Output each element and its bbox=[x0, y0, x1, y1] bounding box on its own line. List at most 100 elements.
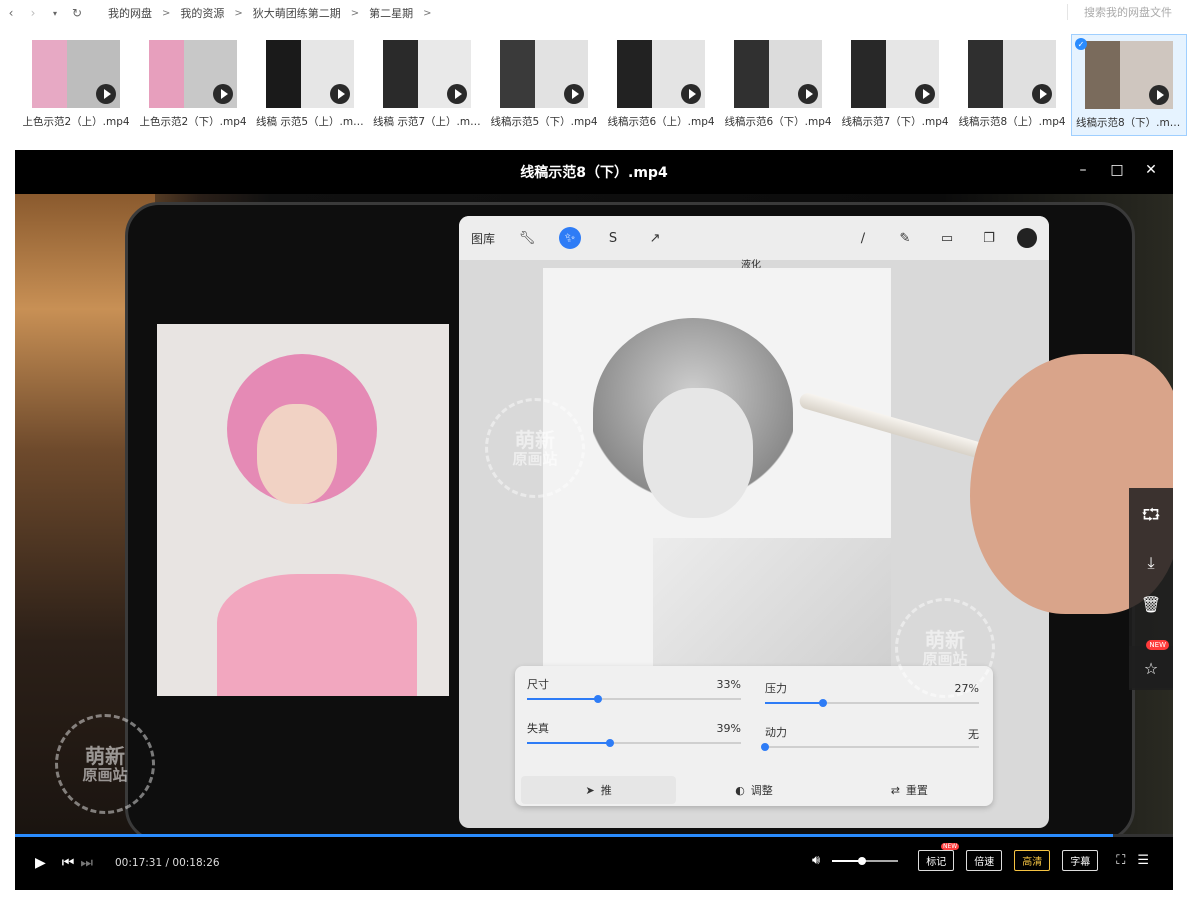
thumbnail-label: 线稿示范6（下）.mp4 bbox=[724, 116, 832, 128]
close-icon[interactable]: ✕ bbox=[1143, 162, 1159, 178]
video-thumbnail[interactable]: 线稿示范7（下）.mp4 bbox=[837, 34, 953, 136]
thumbnail-label: 线稿示范5（下）.mp4 bbox=[490, 116, 598, 128]
thumbnail-image bbox=[149, 40, 237, 108]
video-player: 线稿示范8（下）.mp4 – □ ✕ 图库 🔧︎ ✨︎ S ↗ ∕ ✎ ▭ ❐ bbox=[15, 150, 1173, 890]
thumbnail-image bbox=[266, 40, 354, 108]
breadcrumb-item[interactable]: 我的网盘 bbox=[102, 5, 158, 21]
play-icon bbox=[564, 84, 584, 104]
previous-icon[interactable]: ⏮ bbox=[62, 855, 75, 871]
mode-adjust[interactable]: ◐ 调整 bbox=[676, 776, 831, 804]
volume-slider[interactable] bbox=[832, 856, 899, 865]
thumbnail-label: 线稿 示范7（上）.mp4 bbox=[373, 116, 481, 128]
video-thumbnail[interactable]: 线稿示范8（下）.mp4 ✓ bbox=[1071, 34, 1187, 136]
thumbnail-label: 线稿示范6（上）.mp4 bbox=[607, 116, 715, 128]
smudge-icon[interactable]: ✎ bbox=[891, 224, 919, 252]
forward-arrow-icon[interactable]: › bbox=[22, 2, 44, 24]
magic-wand-icon[interactable]: ✨︎ bbox=[559, 227, 582, 249]
new-badge: NEW bbox=[1146, 640, 1169, 650]
thumbnail-image bbox=[1085, 41, 1173, 109]
thumbnail-label: 线稿示范7（下）.mp4 bbox=[841, 116, 949, 128]
thumbnail-label: 上色示范2（上）.mp4 bbox=[22, 116, 130, 128]
window-controls: – □ ✕ bbox=[1075, 162, 1159, 178]
gallery-button[interactable]: 图库 bbox=[471, 230, 495, 247]
next-icon[interactable]: ⏭ bbox=[80, 855, 93, 871]
video-thumbnail[interactable]: 线稿示范6（下）.mp4 bbox=[720, 34, 836, 136]
wrench-icon[interactable]: 🔧︎ bbox=[513, 224, 541, 252]
watermark: 萌新 原画站 bbox=[895, 598, 995, 698]
mark-button[interactable]: 标记 NEW bbox=[918, 843, 960, 871]
delete-icon[interactable]: 🗑︎ bbox=[1141, 595, 1161, 614]
breadcrumb-item[interactable]: 狄大萌团练第二期 bbox=[247, 5, 347, 21]
reference-photo bbox=[157, 324, 449, 696]
watermark: 萌新 原画站 bbox=[55, 714, 155, 814]
share-icon[interactable]: ⮔ bbox=[1142, 504, 1161, 531]
pin-icon: ☆ bbox=[1143, 658, 1159, 678]
transform-arrow-icon[interactable]: ↗ bbox=[641, 224, 669, 252]
video-thumbnail[interactable]: 上色示范2（上）.mp4 bbox=[18, 34, 134, 136]
liquify-modes: ➤ 推 ◐ 调整 ⇄ 重置 bbox=[521, 776, 987, 804]
play-icon bbox=[915, 84, 935, 104]
breadcrumb-separator-icon: > bbox=[234, 7, 243, 19]
mode-push[interactable]: ➤ 推 bbox=[521, 776, 677, 804]
thumbnail-label: 线稿示范8（下）.mp4 bbox=[1076, 117, 1182, 129]
refresh-icon[interactable]: ↻ bbox=[66, 2, 88, 24]
video-thumbnail[interactable]: 线稿示范6（上）.mp4 bbox=[603, 34, 719, 136]
video-thumbnail[interactable]: 线稿示范8（上）.mp4 bbox=[954, 34, 1070, 136]
play-icon bbox=[681, 84, 701, 104]
pin-button[interactable]: ☆ NEW bbox=[1129, 640, 1173, 690]
video-thumbnail[interactable]: 上色示范2（下）.mp4 bbox=[135, 34, 251, 136]
thumbnail-label: 线稿 示范5（上）.mp4 bbox=[256, 116, 364, 128]
subtitle-button[interactable]: 字幕 bbox=[1062, 850, 1099, 871]
drawing-app: 图库 🔧︎ ✨︎ S ↗ ∕ ✎ ▭ ❐ 液化 尺寸 33% 压力 27% 失真… bbox=[459, 216, 1049, 828]
playlist-icon[interactable]: ☰ bbox=[1137, 853, 1149, 868]
video-frame[interactable]: 图库 🔧︎ ✨︎ S ↗ ∕ ✎ ▭ ❐ 液化 尺寸 33% 压力 27% 失真… bbox=[15, 194, 1173, 834]
play-icon bbox=[447, 84, 467, 104]
sketch-canvas[interactable] bbox=[543, 268, 891, 678]
slider-value: 无 bbox=[968, 728, 979, 741]
checkmark-icon[interactable]: ✓ bbox=[1075, 38, 1087, 50]
player-right-controls: 🔊︎ 标记 NEW 倍速 高清 字幕 ⛶ ☰ bbox=[812, 843, 1149, 871]
eraser-icon[interactable]: ▭ bbox=[933, 224, 961, 252]
layers-icon[interactable]: ❐ bbox=[975, 224, 1003, 252]
slider-label: 压力 bbox=[765, 682, 787, 695]
video-thumbnail-strip: 上色示范2（上）.mp4 上色示范2（下）.mp4 线稿 示范5（上）.mp4 线稿 … bbox=[18, 34, 1187, 138]
video-thumbnail[interactable]: 线稿 示范7（上）.mp4 bbox=[369, 34, 485, 136]
volume-icon[interactable]: 🔊︎ bbox=[812, 853, 820, 868]
minimize-icon[interactable]: – bbox=[1075, 162, 1091, 178]
back-arrow-icon[interactable]: ‹ bbox=[0, 2, 22, 24]
thumbnail-image bbox=[383, 40, 471, 108]
play-icon[interactable]: ▶ bbox=[35, 855, 46, 871]
fullscreen-icon[interactable]: ⛶ bbox=[1116, 853, 1125, 868]
slider-label: 动力 bbox=[765, 726, 787, 739]
thumbnail-image bbox=[734, 40, 822, 108]
maximize-icon[interactable]: □ bbox=[1109, 162, 1125, 178]
quality-button[interactable]: 高清 bbox=[1014, 850, 1051, 871]
video-thumbnail[interactable]: 线稿示范5（下）.mp4 bbox=[486, 34, 602, 136]
history-dropdown-icon[interactable]: ▾ bbox=[44, 2, 66, 24]
top-navigation-bar: ‹ › ▾ ↻ 我的网盘 > 我的资源 > 狄大萌团练第二期 > 第二星期 > … bbox=[0, 0, 1200, 26]
watermark: 萌新 原画站 bbox=[485, 398, 585, 498]
slider-value: 33% bbox=[716, 678, 741, 691]
slider-value: 39% bbox=[716, 722, 741, 735]
slider-label: 失真 bbox=[527, 722, 549, 735]
thumbnail-image bbox=[500, 40, 588, 108]
brush-icon[interactable]: ∕ bbox=[849, 224, 877, 252]
progress-bar[interactable] bbox=[15, 834, 1173, 837]
breadcrumb-item[interactable]: 我的资源 bbox=[174, 5, 230, 21]
play-icon bbox=[330, 84, 350, 104]
search-input[interactable]: 搜索我的网盘文件 bbox=[1067, 4, 1172, 20]
thumbnail-label: 线稿示范8（上）.mp4 bbox=[958, 116, 1066, 128]
breadcrumb-separator-icon: > bbox=[162, 7, 171, 19]
speed-button[interactable]: 倍速 bbox=[966, 850, 1003, 871]
video-thumbnail[interactable]: 线稿 示范5（上）.mp4 bbox=[252, 34, 368, 136]
selection-icon[interactable]: S bbox=[599, 224, 627, 252]
mode-reset[interactable]: ⇄ 重置 bbox=[832, 776, 987, 804]
color-swatch[interactable] bbox=[1017, 228, 1037, 248]
play-icon bbox=[96, 84, 116, 104]
play-icon bbox=[1032, 84, 1052, 104]
time-display: 00:17:31 / 00:18:26 bbox=[115, 857, 220, 869]
breadcrumb-item[interactable]: 第二星期 bbox=[363, 5, 419, 21]
player-controls: ▶ ⏮ ⏭ 00:17:31 / 00:18:26 🔊︎ 标记 NEW 倍速 高清… bbox=[15, 840, 1173, 886]
download-icon[interactable]: ⤓ bbox=[1147, 553, 1154, 573]
play-icon bbox=[1149, 85, 1169, 105]
